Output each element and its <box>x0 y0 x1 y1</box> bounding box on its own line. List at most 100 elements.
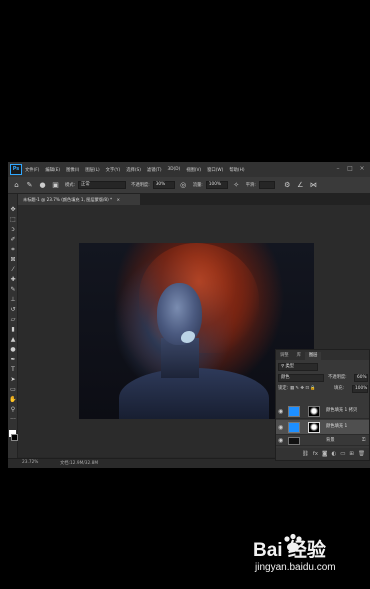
trash-icon[interactable]: 🗑 <box>358 451 365 457</box>
history-brush-tool-icon[interactable]: ↺ <box>9 306 17 314</box>
pen-tool-icon[interactable]: ✒ <box>9 356 17 364</box>
layer-thumbnail <box>288 406 300 417</box>
lock-label: 锁定: <box>278 386 289 391</box>
home-icon[interactable]: ⌂ <box>12 181 21 190</box>
baidu-jingyan-watermark: Bai 经验 jingyan.baidu.com <box>253 533 353 585</box>
brush-tool-icon[interactable]: ✎ <box>9 286 17 294</box>
blur-tool-icon[interactable]: ▲ <box>9 336 17 344</box>
layer-mask-thumbnail[interactable] <box>308 422 320 433</box>
layer-thumbnail <box>288 437 300 445</box>
document-size: 文档:12.9M/32.8M <box>60 461 99 466</box>
quick-select-tool-icon[interactable]: ✐ <box>9 236 17 244</box>
menu-window[interactable]: 窗口(W) <box>204 167 226 173</box>
dodge-tool-icon[interactable]: ● <box>9 346 17 354</box>
crop-tool-icon[interactable]: ⌗ <box>9 246 17 254</box>
eye-icon[interactable]: ◉ <box>278 437 283 444</box>
screenshot-stage: Ps 文件(F) 编辑(E) 图像(I) 图层(L) 文字(Y) 选择(S) 滤… <box>0 0 370 589</box>
layer-name: 颜色填充 1 <box>326 424 348 429</box>
eraser-tool-icon[interactable]: ▱ <box>9 316 17 324</box>
opacity-input[interactable]: 30% <box>152 181 175 189</box>
move-tool-icon[interactable]: ✥ <box>9 206 17 214</box>
healing-tool-icon[interactable]: ✚ <box>9 276 17 284</box>
symmetry-icon[interactable]: ⋈ <box>309 181 318 190</box>
mode-select[interactable]: 正常 <box>78 181 127 189</box>
angle-icon[interactable]: ∠ <box>296 181 305 190</box>
link-layers-icon[interactable]: ⛓ <box>302 451 309 457</box>
brush-settings-icon[interactable]: ▣ <box>51 181 60 190</box>
brush-tool-icon[interactable]: ✎ <box>25 181 34 190</box>
add-mask-icon[interactable]: ◙ <box>322 451 327 457</box>
options-bar: ⌂ ✎ ● ▣ 模式: 正常 不透明度: 30% ◎ 流量: 100% ✧ 平滑… <box>8 177 370 194</box>
adjustment-layer-icon[interactable]: ◐ <box>331 451 336 457</box>
watermark-url: jingyan.baidu.com <box>255 562 336 573</box>
maximize-icon[interactable]: □ <box>346 165 354 173</box>
eyedropper-tool-icon[interactable]: ⁄ <box>9 266 17 274</box>
menu-image[interactable]: 图像(I) <box>63 167 82 173</box>
close-window-icon[interactable]: × <box>358 165 366 173</box>
panel-tabs: 调整 库 图层 <box>276 350 369 360</box>
layer-thumbnail <box>288 422 300 433</box>
document-tab-title: 未标题-1 @ 23.7% (颜色填充 1, 图层蒙版/8) * <box>23 197 113 202</box>
menu-type[interactable]: 文字(Y) <box>103 167 124 173</box>
zoom-level[interactable]: 23.72% <box>22 460 38 465</box>
menu-help[interactable]: 帮助(H) <box>226 167 247 173</box>
layer-filter-select[interactable]: ⚲ 类型 <box>278 363 318 371</box>
more-tools-icon[interactable]: ··· <box>9 416 17 424</box>
menu-select[interactable]: 选择(S) <box>123 167 144 173</box>
zoom-tool-icon[interactable]: ⚲ <box>9 406 17 414</box>
tab-libraries[interactable]: 库 <box>293 352 305 360</box>
gear-icon[interactable]: ⚙ <box>283 181 292 190</box>
eye-icon[interactable]: ◉ <box>278 408 283 415</box>
fill-label: 填充: <box>334 386 345 391</box>
layer-mask-thumbnail[interactable] <box>308 406 320 417</box>
layer-opacity-label: 不透明度: <box>328 375 347 380</box>
layers-panel: 调整 库 图层 ⚲ 类型 颜色 不透明度: 60% 锁定: ▦ ✎ ✥ ⊡ 🔒 … <box>275 349 370 461</box>
layer-name: 背景 <box>326 438 335 443</box>
smoothing-input[interactable] <box>258 181 275 189</box>
tools-panel: ✥ ⬚ ↄ ✐ ⌗ ⊠ ⁄ ✚ ✎ ⊥ ↺ ▱ ▮ ▲ ● ✒ T ➤ ▭ ✋ … <box>8 194 18 462</box>
pressure-opacity-icon[interactable]: ◎ <box>179 181 188 190</box>
layer-filter-value: 类型 <box>285 364 295 369</box>
fill-input[interactable]: 100% <box>352 385 368 393</box>
flow-label: 流量: <box>192 183 203 188</box>
fx-icon[interactable]: fx <box>313 451 318 457</box>
layer-row-fill-copy[interactable]: ◉ 颜色填充 1 拷贝 <box>276 404 369 419</box>
path-select-tool-icon[interactable]: ➤ <box>9 376 17 384</box>
tab-layers[interactable]: 图层 <box>304 352 322 360</box>
lasso-tool-icon[interactable]: ↄ <box>9 226 17 234</box>
close-tab-icon[interactable]: × <box>117 197 121 202</box>
gradient-tool-icon[interactable]: ▮ <box>9 326 17 334</box>
shape-tool-icon[interactable]: ▭ <box>9 386 17 394</box>
menu-filter[interactable]: 滤镜(T) <box>144 167 165 173</box>
group-icon[interactable]: ▭ <box>340 451 345 457</box>
document-tab-bar: 未标题-1 @ 23.7% (颜色填充 1, 图层蒙版/8) * × <box>18 194 370 205</box>
watermark-brand: Bai 经验 <box>253 540 326 561</box>
layer-opacity-input[interactable]: 60% <box>354 374 368 382</box>
airbrush-icon[interactable]: ✧ <box>232 181 241 190</box>
menu-file[interactable]: 文件(F) <box>22 167 42 173</box>
lock-icons[interactable]: ▦ ✎ ✥ ⊡ 🔒 <box>290 385 316 393</box>
background-color-swatch[interactable] <box>11 434 18 441</box>
menu-layer[interactable]: 图层(L) <box>82 167 102 173</box>
stamp-tool-icon[interactable]: ⊥ <box>9 296 17 304</box>
opacity-label: 不透明度: <box>131 183 150 188</box>
menu-edit[interactable]: 编辑(E) <box>42 167 63 173</box>
menu-3d[interactable]: 3D(D) <box>165 167 184 172</box>
type-tool-icon[interactable]: T <box>9 366 17 374</box>
flow-input[interactable]: 100% <box>205 181 228 189</box>
menu-view[interactable]: 视图(V) <box>183 167 204 173</box>
new-layer-icon[interactable]: ⊞ <box>349 451 354 457</box>
hand-tool-icon[interactable]: ✋ <box>9 396 17 404</box>
layer-row-fill[interactable]: ◉ 颜色填充 1 <box>276 420 369 435</box>
smoothing-label: 平滑: <box>245 183 256 188</box>
blend-mode-select[interactable]: 颜色 <box>278 374 324 382</box>
marquee-tool-icon[interactable]: ⬚ <box>9 216 17 224</box>
layer-row-background[interactable]: ◉ 背景 ⚿ <box>276 436 369 446</box>
minimize-icon[interactable]: – <box>334 165 342 173</box>
frame-tool-icon[interactable]: ⊠ <box>9 256 17 264</box>
menu-bar: Ps 文件(F) 编辑(E) 图像(I) 图层(L) 文字(Y) 选择(S) 滤… <box>8 162 370 177</box>
eye-icon[interactable]: ◉ <box>278 424 283 431</box>
tab-adjustments[interactable]: 调整 <box>276 352 293 360</box>
document-tab[interactable]: 未标题-1 @ 23.7% (颜色填充 1, 图层蒙版/8) * × <box>18 194 140 205</box>
brush-preset-icon[interactable]: ● <box>38 181 47 190</box>
